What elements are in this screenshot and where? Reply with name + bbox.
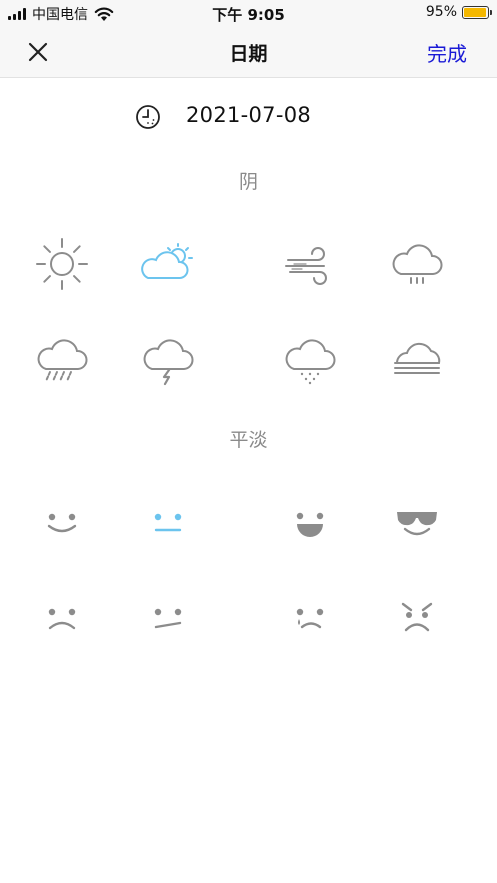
weather-option[interactable]: [270, 327, 350, 391]
date-picker-row[interactable]: 2021-07-08: [0, 100, 497, 134]
angry-face-icon: [401, 602, 433, 632]
weather-option[interactable]: [377, 327, 457, 391]
battery-icon: [462, 5, 492, 19]
weather-option[interactable]: [377, 232, 457, 296]
crying-face-icon: [296, 608, 324, 629]
weather-option[interactable]: [22, 327, 102, 391]
battery-fill: [464, 7, 486, 17]
sun-icon: [36, 238, 88, 290]
cloud-drizzle-icon: [392, 244, 443, 284]
unamused-face-icon: [154, 608, 182, 629]
battery-percent: 95%: [425, 4, 457, 20]
partly-cloudy-icon: [141, 243, 193, 279]
mood-option[interactable]: [128, 586, 208, 650]
weather-option[interactable]: [22, 232, 102, 296]
mood-option-selected[interactable]: [128, 491, 208, 555]
wind-icon: [285, 247, 327, 285]
cloud-thunder-icon: [143, 339, 194, 386]
weather-selected-label: 阴: [238, 171, 258, 193]
fog-icon: [394, 342, 441, 374]
mood-option[interactable]: [22, 586, 102, 650]
status-bar: 中国电信 下午 9:05 95%: [0, 0, 497, 26]
weather-option-selected[interactable]: [128, 232, 208, 296]
mood-option[interactable]: [377, 586, 457, 650]
smile-face-icon: [47, 513, 77, 533]
mood-option[interactable]: [22, 491, 102, 555]
weather-option[interactable]: [270, 232, 350, 296]
mood-selected-label: 平淡: [229, 429, 268, 451]
status-right: 95%: [425, 4, 492, 20]
weather-option[interactable]: [128, 327, 208, 391]
mood-option[interactable]: [270, 491, 350, 555]
cool-sunglasses-face-icon: [397, 512, 437, 536]
clock-icon: [136, 105, 160, 129]
cloud-snow-icon: [285, 339, 336, 385]
cloud-heavy-rain-icon: [37, 339, 88, 382]
mood-option[interactable]: [270, 586, 350, 650]
nav-bar: 日期 完成: [0, 26, 497, 78]
status-time: 下午 9:05: [212, 6, 285, 24]
mood-option[interactable]: [377, 491, 457, 555]
date-value[interactable]: 2021-07-08: [186, 103, 311, 127]
laugh-face-icon: [296, 512, 324, 537]
neutral-face-icon: [154, 513, 182, 532]
sad-face-icon: [48, 608, 76, 630]
page-title: 日期: [229, 43, 268, 65]
done-button[interactable]: 完成: [427, 38, 467, 67]
